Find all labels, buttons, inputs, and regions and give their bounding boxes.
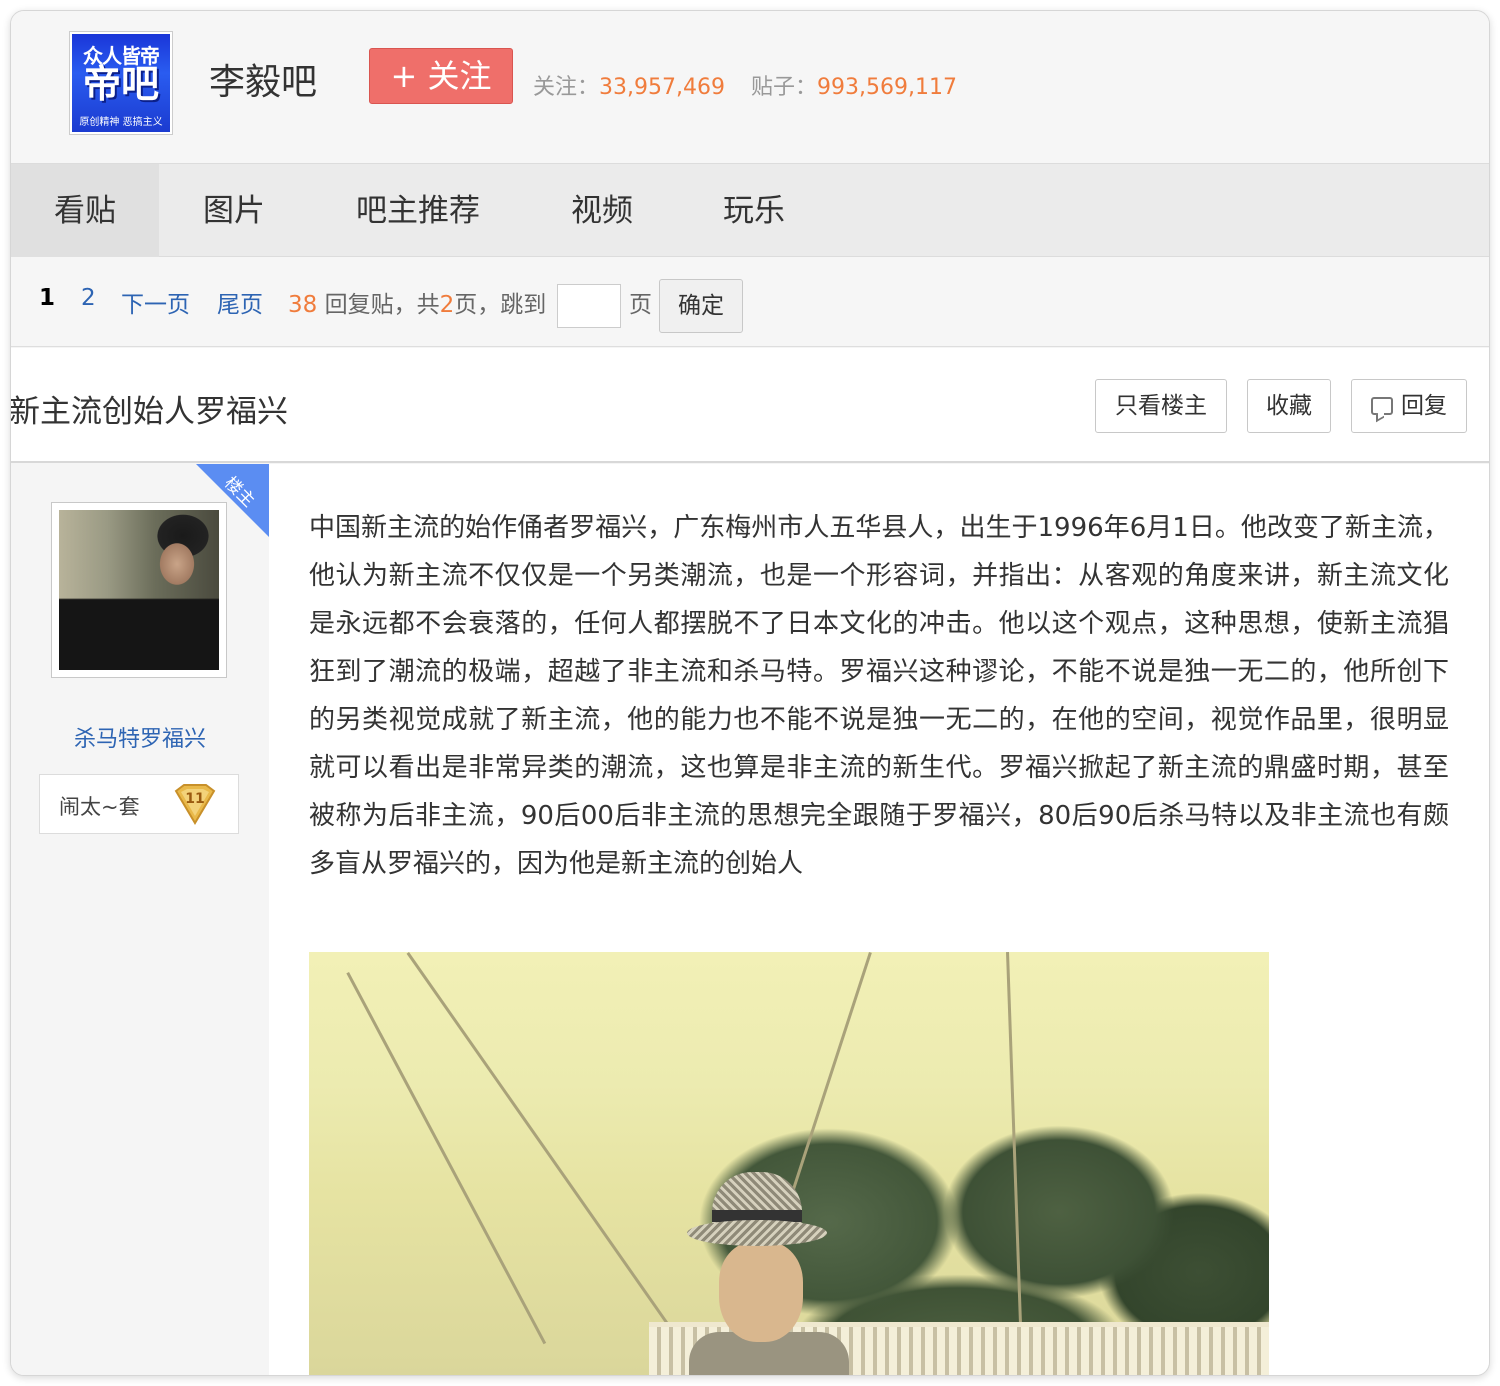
jump-page-input[interactable]: [557, 284, 621, 328]
author-badge[interactable]: 闹太~套 11: [39, 774, 239, 834]
favorite-button[interactable]: 收藏: [1247, 379, 1331, 433]
hat-figure: [687, 1172, 827, 1252]
last-page-link[interactable]: 尾页: [217, 285, 263, 319]
reply-text: 回复贴，共: [324, 292, 440, 318]
followers-count: 33,957,469: [599, 75, 725, 100]
logo-slogan: 原创精神 恶搞主义: [79, 117, 163, 128]
reply-button[interactable]: 回复: [1351, 379, 1467, 433]
posts-count: 993,569,117: [817, 75, 957, 100]
tab-videos[interactable]: 视频: [527, 164, 677, 258]
forum-nav: 看贴 图片 吧主推荐 视频 玩乐: [11, 163, 1489, 258]
browser-frame: 众人皆帝 帝吧 原创精神 恶搞主义 李毅吧 + 关注 关注：33,957,469…: [10, 10, 1490, 1376]
author-sidebar: 杀马特罗福兴 闹太~套 11: [11, 464, 269, 1375]
post-title-bar: 新主流创始人罗福兴 只看楼主 收藏 回复: [10, 348, 1489, 463]
page-2-link[interactable]: 2: [81, 285, 96, 311]
logo-main-text: 帝吧: [82, 62, 159, 106]
total-pages: 2: [439, 292, 455, 318]
posts-label: 贴子：: [750, 75, 817, 100]
reply-icon: [1371, 397, 1393, 415]
jump-label: 页，跳到: [454, 292, 547, 318]
post-image[interactable]: [309, 952, 1269, 1375]
forum-logo[interactable]: 众人皆帝 帝吧 原创精神 恶搞主义: [69, 31, 173, 135]
page-unit-label: 页: [629, 292, 652, 318]
level-badge-icon: 11: [174, 784, 216, 825]
op-ribbon: 楼主: [196, 464, 269, 537]
post-title: 新主流创始人罗福兴: [10, 394, 288, 430]
forum-name[interactable]: 李毅吧: [209, 53, 317, 105]
post-body-text: 中国新主流的始作俑者罗福兴，广东梅州市人五华县人，出生于1996年6月1日。他改…: [309, 513, 1449, 879]
reply-count: 38: [288, 292, 318, 318]
forum-stats: 关注：33,957,469 贴子：993,569,117: [533, 69, 957, 101]
tab-posts[interactable]: 看贴: [11, 164, 159, 258]
follow-button[interactable]: + 关注: [369, 48, 513, 104]
badge-title: 闹太~套: [59, 795, 140, 819]
tab-play[interactable]: 玩乐: [677, 164, 831, 258]
op-ribbon-label: 楼主: [220, 473, 259, 512]
next-page-link[interactable]: 下一页: [121, 285, 190, 319]
followers-label: 关注：: [533, 75, 600, 100]
badge-level-number: 11: [185, 791, 204, 807]
only-op-button[interactable]: 只看楼主: [1095, 379, 1227, 433]
confirm-jump-button[interactable]: 确定: [659, 279, 743, 333]
reply-button-label: 回复: [1401, 393, 1447, 419]
pagination-bar: 1 2 下一页 尾页 38 回复贴，共2页，跳到 页: [11, 257, 1489, 347]
forum-header: 众人皆帝 帝吧 原创精神 恶搞主义 李毅吧 + 关注 关注：33,957,469…: [11, 11, 1489, 163]
reply-summary: 38 回复贴，共2页，跳到: [288, 285, 546, 319]
tab-recommended[interactable]: 吧主推荐: [309, 164, 527, 258]
author-name[interactable]: 杀马特罗福兴: [11, 721, 269, 753]
current-page: 1: [39, 285, 56, 311]
post-content: 中国新主流的始作俑者罗福兴，广东梅州市人五华县人，出生于1996年6月1日。他改…: [269, 464, 1489, 1375]
tab-images[interactable]: 图片: [159, 164, 309, 258]
